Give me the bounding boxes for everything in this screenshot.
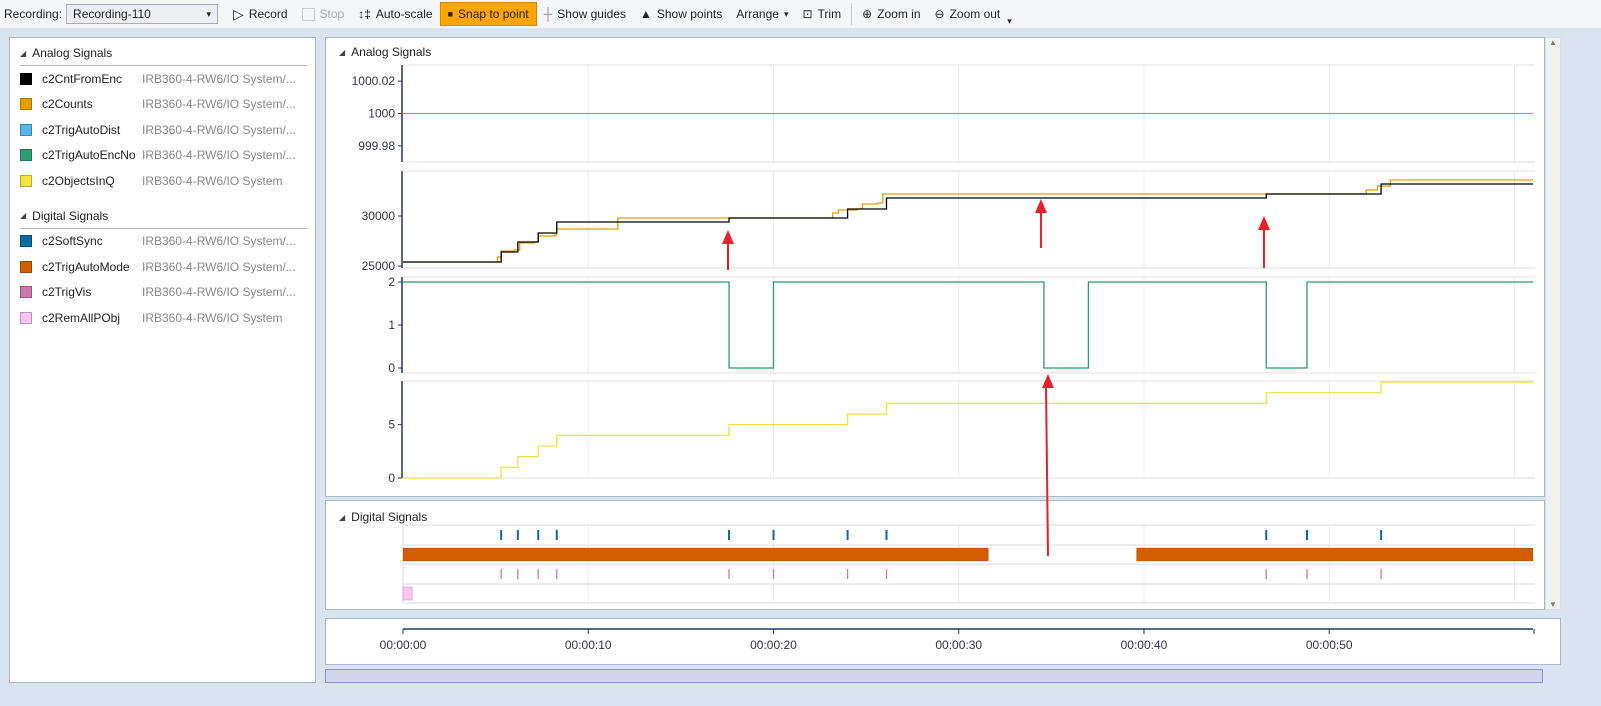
annotation-arrowhead	[1258, 216, 1270, 230]
annotation-arrowhead	[722, 230, 734, 244]
x-tick-label: 00:00:10	[565, 638, 612, 652]
high-c2TrigAutoMode	[402, 547, 989, 562]
x-tick-label: 00:00:20	[750, 638, 797, 652]
y-tick-label: 0	[388, 361, 395, 375]
x-tick-label: 00:00:30	[935, 638, 982, 652]
signal-plots[interactable]: 1000.021000999.9830000250002105000:00:00…	[0, 0, 1601, 706]
y-tick-label: 1000.02	[352, 74, 396, 88]
y-tick-label: 1	[388, 318, 395, 332]
series-line-c2CntFromEnc	[403, 183, 1533, 263]
y-tick-label: 0	[388, 471, 395, 485]
high-c2RemAllPObj	[402, 586, 413, 601]
high-c2TrigAutoMode	[1136, 547, 1534, 562]
y-tick-label: 2	[388, 275, 395, 289]
y-tick-label: 5	[388, 418, 395, 432]
y-tick-label: 25000	[362, 259, 396, 273]
series-line-c2TrigAutoEncNo	[403, 281, 1533, 369]
series-line-c2ObjectsInQ	[403, 381, 1533, 479]
annotation-arrowhead	[1035, 199, 1047, 213]
x-tick-label: 00:00:50	[1306, 638, 1353, 652]
y-tick-label: 999.98	[358, 139, 395, 153]
x-tick-label: 00:00:00	[380, 638, 427, 652]
y-tick-label: 30000	[362, 209, 396, 223]
x-tick-label: 00:00:40	[1121, 638, 1168, 652]
annotation-arrow	[1045, 385, 1049, 557]
series-line-c2Counts	[403, 179, 1533, 263]
y-tick-label: 1000	[368, 107, 395, 121]
